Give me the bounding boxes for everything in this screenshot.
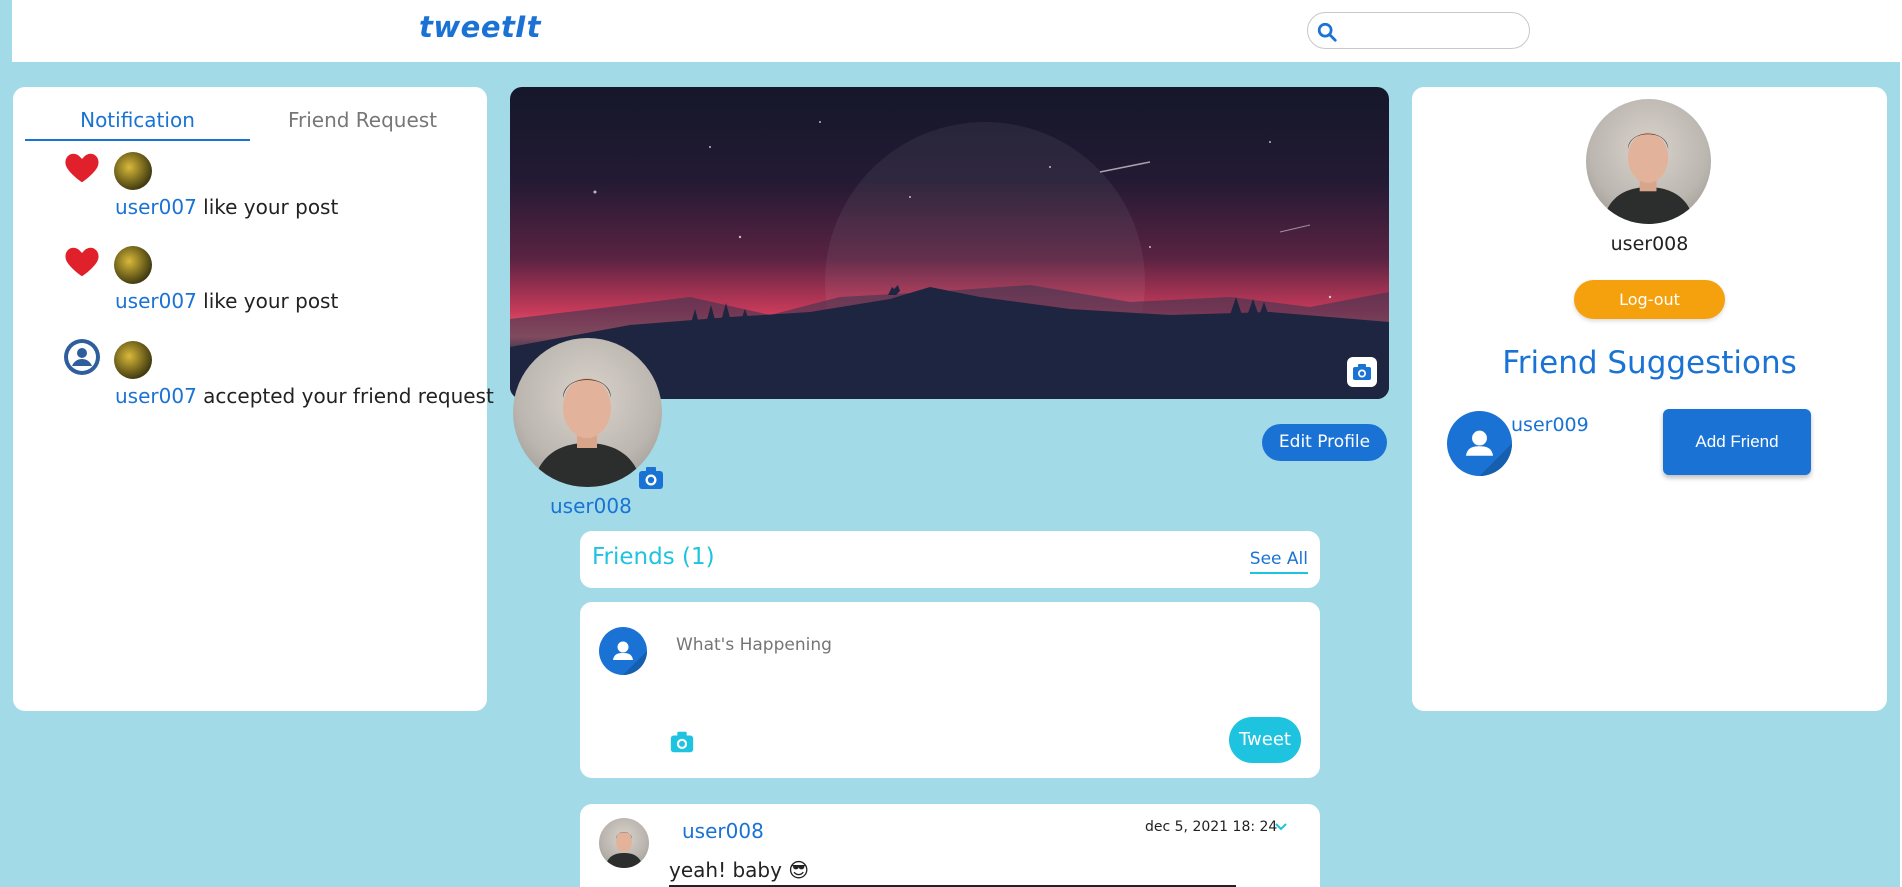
avatar[interactable] bbox=[114, 246, 152, 284]
cover-photo bbox=[510, 87, 1389, 399]
notification-user-link[interactable]: user007 bbox=[115, 384, 197, 408]
tweet-button[interactable]: Tweet bbox=[1229, 717, 1301, 763]
camera-icon bbox=[1353, 364, 1371, 380]
heart-icon bbox=[65, 247, 99, 277]
change-cover-button[interactable] bbox=[1347, 357, 1377, 387]
notification-item[interactable]: user007 like your post bbox=[13, 243, 487, 337]
edit-profile-button[interactable]: Edit Profile bbox=[1262, 424, 1387, 461]
avatar[interactable] bbox=[599, 818, 649, 868]
see-all-link[interactable]: See All bbox=[1249, 549, 1308, 574]
camera-icon bbox=[670, 731, 694, 753]
avatar bbox=[599, 627, 647, 675]
friends-title: Friends (1) bbox=[592, 544, 715, 570]
notification-user-link[interactable]: user007 bbox=[115, 195, 197, 219]
notification-item[interactable]: user007 accepted your friend request bbox=[13, 338, 494, 432]
avatar[interactable] bbox=[114, 341, 152, 379]
profile-photo-image bbox=[1602, 132, 1695, 224]
notifications-panel: Notification Friend Request user007 like… bbox=[13, 87, 494, 711]
search-icon bbox=[1317, 22, 1337, 42]
user-icon bbox=[1465, 430, 1512, 476]
sidebar-username: user008 bbox=[1610, 233, 1689, 255]
add-friend-button[interactable]: Add Friend bbox=[1663, 409, 1811, 475]
chevron-down-icon[interactable] bbox=[1273, 818, 1289, 834]
post-text: yeah! baby 😎 bbox=[669, 858, 810, 882]
suggestion-username[interactable]: user009 bbox=[1511, 414, 1589, 436]
notification-text: like your post bbox=[203, 195, 339, 219]
user-icon bbox=[613, 641, 647, 675]
tab-friend-request[interactable]: Friend Request bbox=[250, 105, 475, 141]
notification-text: like your post bbox=[203, 289, 339, 313]
panel-tabs: Notification Friend Request bbox=[25, 105, 465, 141]
change-profile-photo-button[interactable] bbox=[636, 464, 666, 492]
friend-suggestions-title: Friend Suggestions bbox=[1502, 345, 1797, 381]
tab-notification[interactable]: Notification bbox=[25, 105, 250, 141]
notification-user-link[interactable]: user007 bbox=[115, 289, 197, 313]
cover-landscape-image bbox=[510, 121, 1389, 399]
tweet-composer: Tweet bbox=[580, 602, 1320, 778]
logout-button[interactable]: Log-out bbox=[1574, 280, 1725, 319]
top-navbar: tweetIt bbox=[12, 0, 1900, 62]
search-bar[interactable] bbox=[1307, 12, 1530, 49]
camera-icon bbox=[639, 467, 663, 489]
avatar[interactable] bbox=[1447, 411, 1512, 476]
avatar[interactable] bbox=[114, 152, 152, 190]
friends-section: Friends (1) See All bbox=[580, 531, 1320, 588]
notification-text: accepted your friend request bbox=[203, 384, 494, 408]
app-logo[interactable]: tweetIt bbox=[419, 10, 541, 44]
user-circle-icon bbox=[64, 339, 100, 375]
post-username[interactable]: user008 bbox=[682, 819, 764, 843]
avatar[interactable] bbox=[1586, 99, 1711, 224]
profile-username: user008 bbox=[550, 494, 632, 518]
post-timestamp: dec 5, 2021 18: 24 bbox=[1145, 819, 1278, 835]
post-card: user008 dec 5, 2021 18: 24 yeah! baby 😎 bbox=[580, 804, 1320, 887]
notification-item[interactable]: user007 like your post bbox=[13, 149, 487, 243]
tweet-input[interactable] bbox=[676, 635, 1276, 655]
profile-photo-image bbox=[605, 832, 643, 868]
user-sidebar: user008 Log-out Friend Suggestions user0… bbox=[1412, 87, 1887, 711]
heart-icon bbox=[65, 153, 99, 183]
add-photo-button[interactable] bbox=[668, 729, 696, 755]
